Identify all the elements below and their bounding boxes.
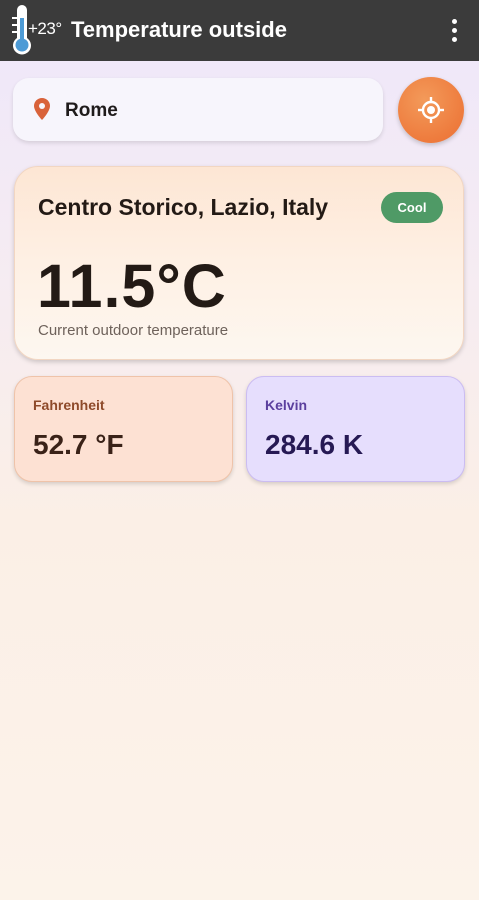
app-title: Temperature outside [71, 17, 287, 42]
fahrenheit-value: 52.7 °F [33, 429, 124, 460]
kelvin-label: Kelvin [265, 397, 308, 413]
more-vert-icon [451, 18, 457, 24]
temperature-caption: Current outdoor temperature [38, 322, 229, 339]
city-search-field[interactable]: Rome [13, 78, 383, 141]
location-name: Centro Storico, Lazio, Italy [38, 194, 329, 220]
my-location-icon [418, 97, 444, 123]
location-pin-icon [34, 98, 50, 120]
status-badge: Cool [381, 192, 443, 223]
kelvin-card: Kelvin 284.6 K [246, 376, 465, 482]
city-input-value[interactable]: Rome [65, 100, 118, 122]
thermometer-icon: +23° [4, 4, 62, 58]
kelvin-value: 284.6 K [265, 429, 364, 460]
icon-temperature-text: +23° [28, 19, 62, 38]
app-bar: +23° Temperature outside [0, 0, 479, 61]
fahrenheit-label: Fahrenheit [33, 397, 105, 413]
celsius-temperature: 11.5°C [37, 252, 227, 320]
locate-me-button[interactable] [398, 77, 464, 143]
current-temperature-card: Centro Storico, Lazio, Italy Cool 11.5°C… [14, 166, 464, 360]
fahrenheit-card: Fahrenheit 52.7 °F [14, 376, 233, 482]
more-options-button[interactable] [440, 14, 468, 46]
